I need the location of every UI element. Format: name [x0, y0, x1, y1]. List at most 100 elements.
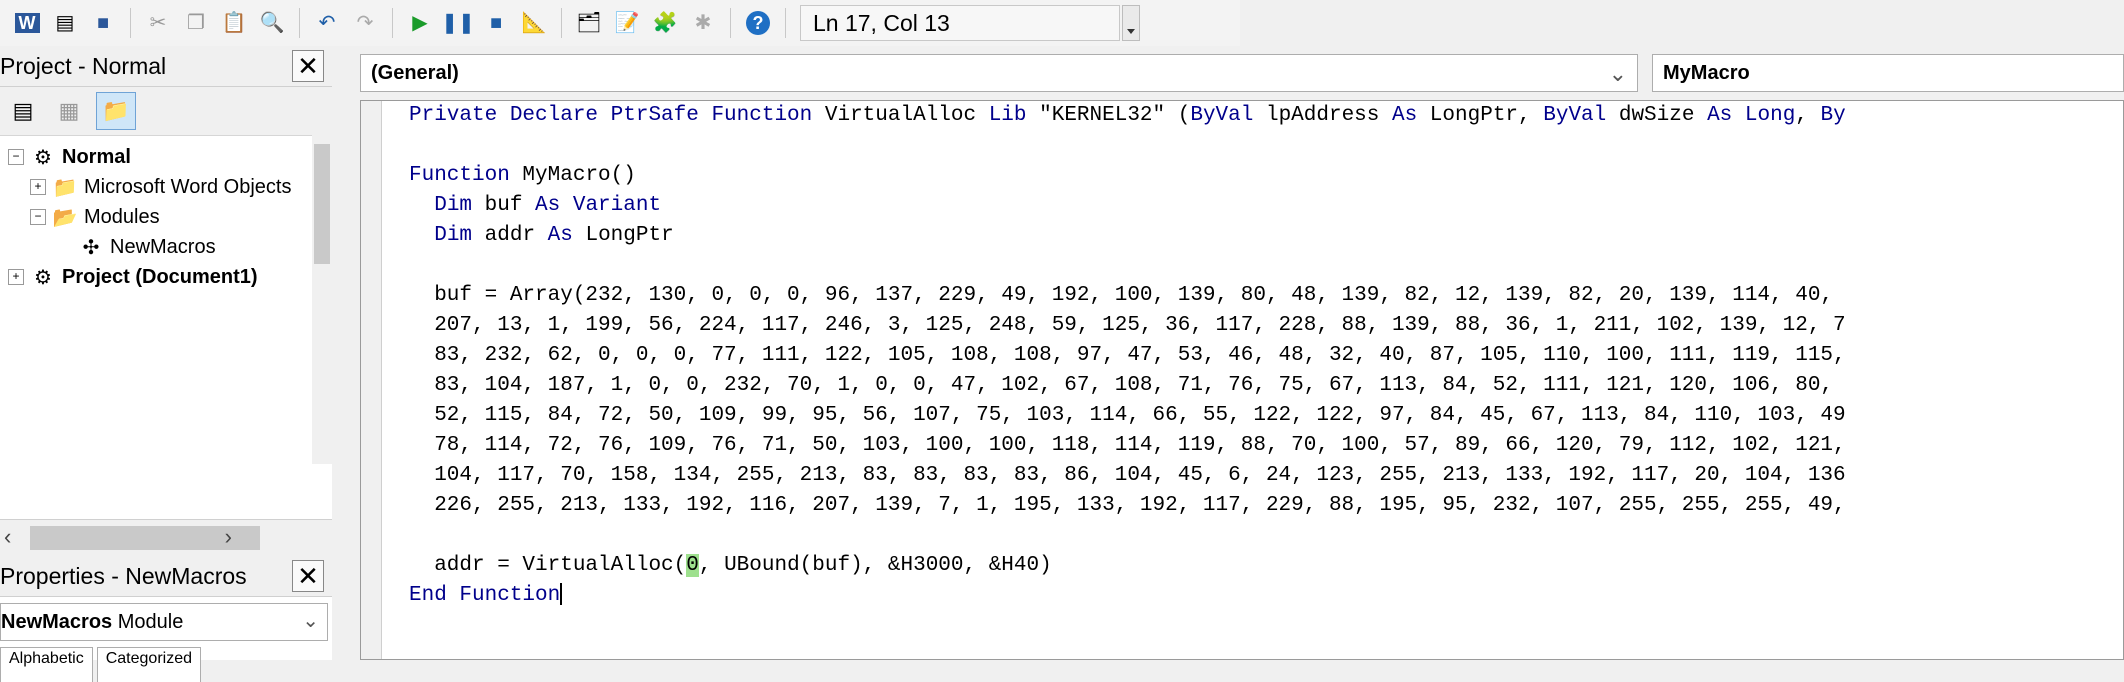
properties-object-select[interactable]: NewMacros Module ⌄: [0, 603, 328, 641]
cursor-position-indicator: Ln 17, Col 13: [800, 5, 1120, 41]
tree-item-label: Normal: [62, 145, 131, 168]
code-line[interactable]: Dim buf As Variant: [409, 191, 1846, 221]
properties-window-icon[interactable]: 📝: [612, 8, 642, 38]
toolbar-separator: [392, 8, 393, 38]
help-icon[interactable]: ?: [743, 8, 773, 38]
project-tree: − ⚙ Normal + 📁 Microsoft Word Objects − …: [0, 136, 332, 292]
expand-icon[interactable]: +: [8, 269, 24, 285]
close-icon[interactable]: ✕: [292, 560, 324, 592]
tree-item-normal[interactable]: − ⚙ Normal: [0, 142, 332, 172]
code-line[interactable]: [409, 521, 1846, 551]
object-browser-icon[interactable]: 🧩: [650, 8, 680, 38]
chevron-down-icon[interactable]: ⌄: [1609, 61, 1627, 87]
code-line[interactable]: buf = Array(232, 130, 0, 0, 0, 96, 137, …: [409, 281, 1846, 311]
view-object-icon[interactable]: ▤: [50, 8, 80, 38]
standard-toolbar: W ▤ ■ ✂ ❐ 📋 🔍 ↶ ↷ ▶ ❚❚ ■ 📐 🗂 📝 🧩 ✱ ? Ln …: [0, 0, 1240, 46]
code-text: , UBound(buf), &H3000, &H40): [698, 554, 1052, 577]
tab-alphabetic[interactable]: Alphabetic: [0, 647, 93, 682]
project-explorer-icon[interactable]: 🗂: [574, 8, 604, 38]
redo-icon[interactable]: ↷: [350, 8, 380, 38]
code-text: End Function: [409, 584, 561, 607]
toolbar-separator: [130, 8, 131, 38]
run-icon[interactable]: ▶: [405, 8, 435, 38]
copy-icon[interactable]: ❐: [181, 8, 211, 38]
code-line[interactable]: End Function: [409, 581, 1846, 611]
design-mode-icon[interactable]: 📐: [519, 8, 549, 38]
paste-icon[interactable]: 📋: [219, 8, 249, 38]
chevron-down-icon[interactable]: ⌄: [302, 608, 319, 633]
procedure-dropdown[interactable]: MyMacro: [1652, 54, 2124, 92]
code-line[interactable]: 52, 115, 84, 72, 50, 109, 99, 95, 56, 10…: [409, 401, 1846, 431]
scroll-right-icon[interactable]: ›: [225, 524, 232, 550]
code-line[interactable]: 104, 117, 70, 158, 134, 255, 213, 83, 83…: [409, 461, 1846, 491]
toolbar-separator: [785, 8, 786, 38]
object-dropdown-value: (General): [371, 61, 459, 84]
tree-item-label: Modules: [84, 205, 160, 228]
tab-categorized[interactable]: Categorized: [96, 647, 201, 682]
project-explorer-toolbar: ▤ ▦ 📁: [0, 87, 332, 136]
expand-icon[interactable]: +: [30, 179, 46, 195]
tree-item-label: NewMacros: [110, 235, 216, 258]
reset-icon[interactable]: ■: [481, 8, 511, 38]
properties-pane: Properties - NewMacros ✕ NewMacros Modul…: [0, 556, 333, 682]
properties-tabs: Alphabetic Categorized: [0, 647, 332, 682]
project-explorer-pane: Project - Normal ✕ ▤ ▦ 📁 − ⚙ Normal + 📁 …: [0, 46, 333, 556]
code-line[interactable]: 83, 232, 62, 0, 0, 0, 77, 111, 122, 105,…: [409, 341, 1846, 371]
code-window: (General) ⌄ MyMacro Private Declare PtrS…: [332, 46, 2124, 660]
properties-title: Properties - NewMacros: [0, 562, 247, 589]
cut-icon[interactable]: ✂: [143, 8, 173, 38]
margin-indicator-bar[interactable]: [361, 101, 382, 659]
tree-item-newmacros[interactable]: ✣ NewMacros: [0, 232, 332, 262]
code-line[interactable]: Dim addr As LongPtr: [409, 221, 1846, 251]
properties-titlebar: Properties - NewMacros ✕: [0, 556, 332, 597]
scroll-thumb[interactable]: [314, 144, 330, 264]
tree-item-microsoft-word-objects[interactable]: + 📁 Microsoft Word Objects: [0, 172, 332, 202]
project-vertical-scrollbar[interactable]: [312, 134, 332, 464]
folder-icon: 📁: [52, 176, 78, 199]
view-code-icon[interactable]: ▤: [4, 93, 42, 129]
code-editor[interactable]: Private Declare PtrSafe Function Virtual…: [360, 100, 2124, 660]
toolbox-icon[interactable]: ✱: [688, 8, 718, 38]
toolbar-separator: [730, 8, 731, 38]
project-explorer-title: Project - Normal: [0, 52, 167, 79]
break-icon[interactable]: ❚❚: [441, 8, 475, 38]
module-icon: ✣: [82, 236, 100, 259]
close-icon[interactable]: ✕: [292, 50, 324, 82]
tree-item-project-document1[interactable]: + ⚙ Project (Document1): [0, 262, 332, 292]
project-icon: ⚙: [34, 146, 52, 169]
save-icon[interactable]: ■: [88, 8, 118, 38]
code-line[interactable]: addr = VirtualAlloc(0, UBound(buf), &H30…: [409, 551, 1846, 581]
word-icon[interactable]: W: [12, 8, 42, 38]
code-line[interactable]: 78, 114, 72, 76, 109, 76, 71, 50, 103, 1…: [409, 431, 1846, 461]
object-dropdown[interactable]: (General) ⌄: [360, 54, 1638, 92]
tree-item-modules[interactable]: − 📂 Modules: [0, 202, 332, 232]
project-icon: ⚙: [34, 266, 52, 289]
code-line[interactable]: Function MyMacro(): [409, 161, 1846, 191]
tree-item-label: Microsoft Word Objects: [84, 175, 292, 198]
view-object-icon[interactable]: ▦: [50, 93, 88, 129]
code-line[interactable]: [409, 131, 1846, 161]
tree-item-label: Project (Document1): [62, 265, 258, 288]
code-line[interactable]: [409, 251, 1846, 281]
properties-object-name: NewMacros: [1, 610, 113, 633]
scroll-left-icon[interactable]: ‹: [4, 524, 11, 550]
project-horizontal-scrollbar[interactable]: ‹ ›: [0, 519, 332, 556]
collapse-icon[interactable]: −: [8, 149, 24, 165]
toolbar-separator: [561, 8, 562, 38]
code-line[interactable]: 226, 255, 213, 133, 192, 116, 207, 139, …: [409, 491, 1846, 521]
toggle-folders-icon[interactable]: 📁: [96, 92, 136, 130]
find-icon[interactable]: 🔍: [257, 8, 287, 38]
code-line[interactable]: 83, 104, 187, 1, 0, 0, 232, 70, 1, 0, 0,…: [409, 371, 1846, 401]
code-dropdown-bar: (General) ⌄ MyMacro: [332, 46, 2124, 100]
project-explorer-titlebar: Project - Normal ✕: [0, 46, 332, 87]
undo-icon[interactable]: ↶: [312, 8, 342, 38]
code-line[interactable]: 207, 13, 1, 199, 56, 224, 117, 246, 3, 1…: [409, 311, 1846, 341]
code-text: addr = VirtualAlloc(: [409, 554, 687, 577]
toolbar-overflow-grip[interactable]: [1122, 5, 1140, 41]
text-caret: [560, 583, 563, 606]
code-line[interactable]: Private Declare PtrSafe Function Virtual…: [409, 101, 1846, 131]
selection-highlight[interactable]: 0: [686, 554, 699, 577]
collapse-icon[interactable]: −: [30, 209, 46, 225]
code-lines: Private Declare PtrSafe Function Virtual…: [409, 101, 1846, 611]
toolbar-separator: [299, 8, 300, 38]
